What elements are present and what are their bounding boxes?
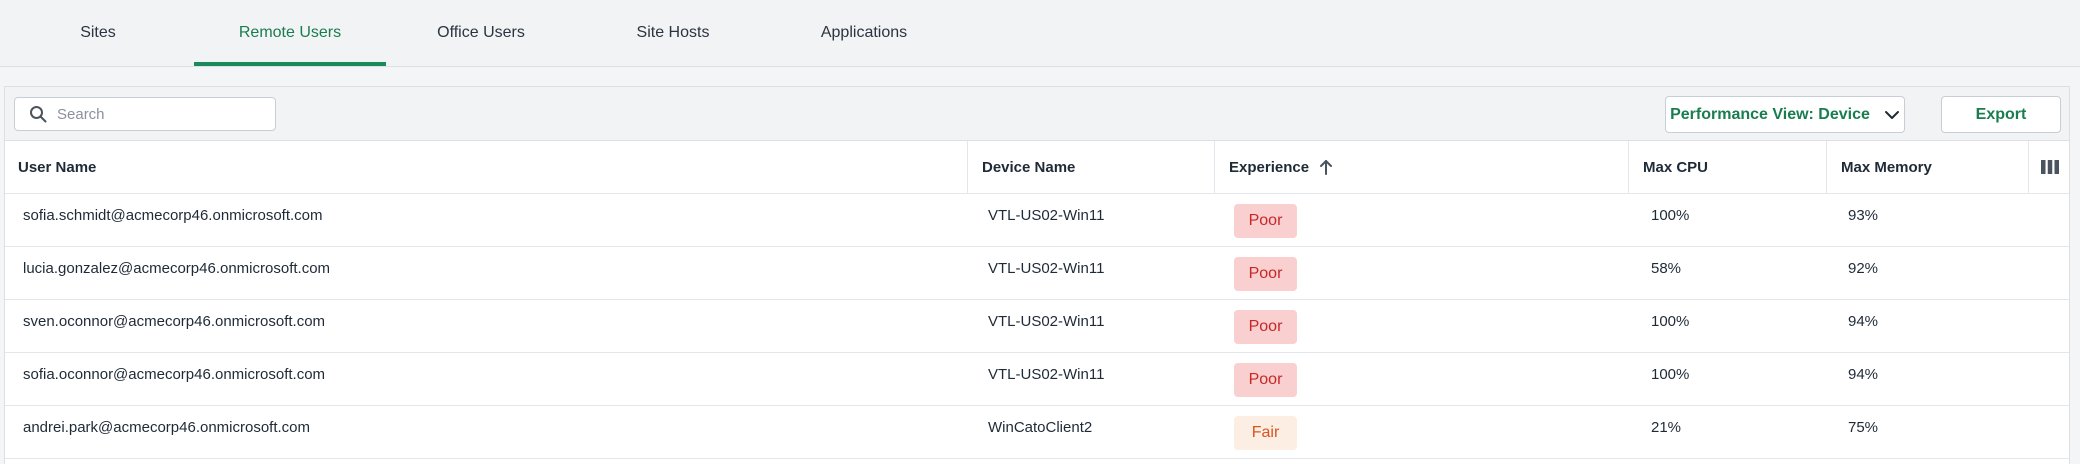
column-header-label: User Name	[18, 158, 97, 176]
cell-user-name: sofia.schmidt@acmecorp46.onmicrosoft.com	[23, 207, 323, 224]
export-button[interactable]: Export	[1941, 96, 2061, 133]
cell-max-cpu: 100%	[1651, 313, 1690, 330]
cell-max-memory: 94%	[1848, 313, 1879, 330]
cell-max-memory: 93%	[1848, 207, 1879, 224]
table-row[interactable]: sven.oconnor@acmecorp46.onmicrosoft.com …	[5, 300, 2069, 353]
table-row[interactable]: sofia.oconnor@acmecorp46.onmicrosoft.com…	[5, 353, 2069, 406]
cell-max-cpu: 58%	[1651, 260, 1682, 277]
column-header-max-memory[interactable]: Max Memory	[1827, 141, 2029, 193]
search-input[interactable]	[57, 105, 257, 123]
experience-badge-poor: Poor	[1234, 257, 1297, 291]
column-header-label: Device Name	[982, 158, 1076, 176]
cell-user-name: lucia.gonzalez@acmecorp46.onmicrosoft.co…	[23, 260, 331, 277]
tab-applications[interactable]: Applications	[768, 0, 960, 66]
experience-badge-fair: Fair	[1234, 416, 1297, 450]
tab-office-users[interactable]: Office Users	[385, 0, 577, 66]
cell-user-name: andrei.park@acmecorp46.onmicrosoft.com	[23, 419, 311, 436]
search-box[interactable]	[14, 97, 276, 131]
cell-device-name: VTL-US02-Win11	[988, 313, 1105, 330]
search-icon	[30, 106, 47, 123]
cell-max-memory: 94%	[1848, 366, 1879, 383]
cell-max-cpu: 21%	[1651, 419, 1682, 436]
cell-max-cpu: 100%	[1651, 366, 1690, 383]
users-panel: Performance View: Device Export User Nam…	[4, 86, 2070, 464]
table-body: sofia.schmidt@acmecorp46.onmicrosoft.com…	[5, 194, 2069, 459]
experience-badge-poor: Poor	[1234, 204, 1297, 238]
toolbar: Performance View: Device Export	[5, 87, 2069, 141]
column-header-experience[interactable]: Experience	[1215, 141, 1629, 193]
column-header-user-name[interactable]: User Name	[5, 141, 968, 193]
performance-view-label: Performance View: Device	[1670, 105, 1870, 123]
experience-badge-poor: Poor	[1234, 363, 1297, 397]
cell-user-name: sofia.oconnor@acmecorp46.onmicrosoft.com	[23, 366, 326, 383]
cell-experience: Fair	[1215, 406, 1629, 458]
cell-device-name: WinCatoClient2	[988, 419, 1093, 436]
column-header-label: Max Memory	[1841, 158, 1932, 176]
export-button-label: Export	[1975, 105, 2027, 123]
users-table: User Name Device Name Experience Max CPU	[5, 141, 2069, 459]
column-header-max-cpu[interactable]: Max CPU	[1629, 141, 1827, 193]
arrow-up-icon[interactable]	[1319, 159, 1333, 175]
column-header-label: Experience	[1229, 158, 1310, 176]
table-header-row: User Name Device Name Experience Max CPU	[5, 141, 2069, 194]
tab-remote-users[interactable]: Remote Users	[194, 0, 386, 66]
cell-experience: Poor	[1215, 194, 1629, 246]
tab-sites[interactable]: Sites	[2, 0, 194, 66]
cell-experience: Poor	[1215, 353, 1629, 405]
cell-max-cpu: 100%	[1651, 207, 1690, 224]
table-row[interactable]: sofia.schmidt@acmecorp46.onmicrosoft.com…	[5, 194, 2069, 247]
column-header-device-name[interactable]: Device Name	[968, 141, 1215, 193]
table-row[interactable]: lucia.gonzalez@acmecorp46.onmicrosoft.co…	[5, 247, 2069, 300]
cell-device-name: VTL-US02-Win11	[988, 260, 1105, 277]
cell-experience: Poor	[1215, 300, 1629, 352]
cell-max-memory: 92%	[1848, 260, 1879, 277]
cell-device-name: VTL-US02-Win11	[988, 366, 1105, 383]
column-header-label: Max CPU	[1643, 158, 1709, 176]
performance-view-dropdown[interactable]: Performance View: Device	[1665, 96, 1905, 133]
cell-device-name: VTL-US02-Win11	[988, 207, 1105, 224]
table-row[interactable]: andrei.park@acmecorp46.onmicrosoft.com W…	[5, 406, 2069, 459]
columns-icon	[2041, 160, 2059, 174]
tab-bar: Sites Remote Users Office Users Site Hos…	[0, 0, 2080, 67]
column-chooser-button[interactable]	[2029, 141, 2071, 193]
remote-users-page: Sites Remote Users Office Users Site Hos…	[0, 0, 2080, 464]
experience-badge-poor: Poor	[1234, 310, 1297, 344]
cell-max-memory: 75%	[1848, 419, 1879, 436]
cell-experience: Poor	[1215, 247, 1629, 299]
cell-user-name: sven.oconnor@acmecorp46.onmicrosoft.com	[23, 313, 326, 330]
tab-site-hosts[interactable]: Site Hosts	[577, 0, 769, 66]
chevron-down-icon	[1884, 110, 1899, 119]
